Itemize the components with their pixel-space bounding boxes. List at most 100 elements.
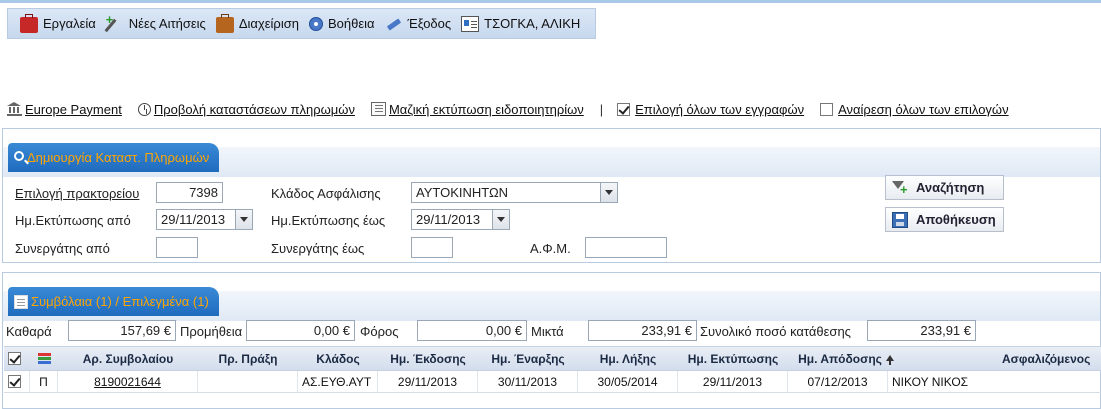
gross-amount-field: 233,91 € bbox=[588, 320, 697, 341]
print-from-date-value: 29/11/2013 bbox=[161, 212, 226, 227]
unchecked-checkbox-icon bbox=[820, 102, 834, 116]
sort-ascending-icon bbox=[885, 354, 894, 365]
menu-user-label: ΤΣΟΓΚΑ, ΑΛΙΚΗ bbox=[484, 16, 581, 31]
contracts-grid-header: Αρ. Συμβολαίου Πρ. Πράξη Κλάδος Ημ. Έκδο… bbox=[4, 346, 1101, 371]
select-all-label[interactable]: Επιλογή όλων των εγγραφών bbox=[635, 102, 804, 117]
print-from-date-field[interactable]: 29/11/2013 bbox=[156, 209, 253, 230]
net-label: Καθαρά bbox=[6, 324, 52, 339]
toolbox-icon bbox=[20, 13, 38, 33]
exit-icon bbox=[385, 16, 403, 32]
col-start-date[interactable]: Ημ. Έναρξης bbox=[478, 347, 578, 370]
commission-label: Προμήθεια bbox=[180, 324, 243, 339]
action-toolbar: Europe Payment Προβολή καταστάσεων πληρω… bbox=[7, 100, 1025, 118]
search-panel: Δημιουργία Καταστ. Πληρωμών Επιλογή πρακ… bbox=[2, 128, 1101, 263]
col-payment-date-label: Ημ. Απόδοσης bbox=[798, 351, 882, 366]
history-icon bbox=[137, 102, 151, 116]
afm-label: Α.Φ.Μ. bbox=[530, 241, 571, 256]
user-card-icon bbox=[461, 15, 480, 32]
agency-label[interactable]: Επιλογή πρακτορείου bbox=[15, 186, 139, 201]
tax-amount-field: 0,00 € bbox=[417, 320, 527, 341]
col-issue-date[interactable]: Ημ. Έκδοσης bbox=[378, 347, 478, 370]
header-checkbox[interactable] bbox=[8, 352, 21, 365]
briefcase-icon bbox=[215, 13, 234, 33]
branch-select-value: ΑΥΤΟΚΙΝΗΤΩΝ bbox=[416, 185, 509, 200]
table-row[interactable]: Π 8190021644 ΑΣ.ΕΥΘ.ΑΥΤ 29/11/2013 30/11… bbox=[4, 371, 1101, 393]
net-amount-field: 157,69 € bbox=[68, 320, 176, 341]
checked-checkbox-icon bbox=[617, 102, 631, 116]
save-button[interactable]: Αποθήκευση bbox=[885, 207, 1004, 232]
menu-tools[interactable]: Εργαλεία bbox=[18, 9, 104, 38]
toolbar-separator: | bbox=[599, 101, 604, 117]
magnifier-icon bbox=[14, 151, 24, 161]
gross-label: Μικτά bbox=[531, 324, 564, 339]
menu-user[interactable]: ΤΣΟΓΚΑ, ΑΛΙΚΗ bbox=[459, 9, 588, 38]
menu-management-label: Διαχείριση bbox=[238, 16, 299, 31]
agency-field[interactable]: 7398 bbox=[156, 182, 223, 203]
search-button-label: Αναζήτηση bbox=[916, 180, 985, 195]
row-issue-date-cell: 29/11/2013 bbox=[378, 371, 478, 392]
print-to-date-value: 29/11/2013 bbox=[416, 212, 481, 227]
row-policy-no-cell[interactable]: 8190021644 bbox=[58, 371, 198, 392]
print-from-label: Ημ.Εκτύπωσης από bbox=[15, 213, 131, 228]
deselect-all-label[interactable]: Αναίρεση όλων των επιλογών bbox=[838, 102, 1009, 117]
row-start-date-cell: 30/11/2013 bbox=[478, 371, 578, 392]
save-button-label: Αποθήκευση bbox=[916, 212, 996, 227]
contracts-panel-tab: Συμβόλαια (1) / Επιλεγμένα (1) bbox=[8, 287, 219, 316]
branch-select[interactable]: ΑΥΤΟΚΙΝΗΤΩΝ bbox=[411, 182, 618, 203]
deselect-all-link[interactable]: Αναίρεση όλων των επιλογών bbox=[820, 102, 1009, 117]
mass-print-label[interactable]: Μαζική εκτύπωση ειδοποιητηρίων bbox=[389, 102, 584, 117]
view-statements-label[interactable]: Προβολή καταστάσεων πληρωμών bbox=[154, 102, 355, 117]
row-type-cell: Π bbox=[30, 371, 58, 392]
col-payment-date[interactable]: Ημ. Απόδοσης bbox=[788, 347, 904, 370]
col-print-date[interactable]: Ημ. Εκτύπωσης bbox=[678, 347, 788, 370]
col-policy-no[interactable]: Αρ. Συμβολαίου bbox=[58, 347, 198, 370]
print-to-label: Ημ.Εκτύπωσης έως bbox=[271, 213, 386, 228]
row-print-date-cell: 29/11/2013 bbox=[678, 371, 788, 392]
document-icon bbox=[14, 294, 28, 309]
contracts-panel-title: Συμβόλαια (1) / Επιλεγμένα (1) bbox=[31, 294, 209, 309]
search-button[interactable]: Αναζήτηση bbox=[885, 175, 1004, 200]
branch-label: Κλάδος Ασφάλισης bbox=[271, 186, 381, 201]
col-prev-act[interactable]: Πρ. Πράξη bbox=[198, 347, 298, 370]
row-payment-date-cell: 07/12/2013 bbox=[788, 371, 888, 392]
afm-field[interactable] bbox=[585, 237, 667, 258]
menu-tools-label: Εργαλεία bbox=[43, 16, 96, 31]
mass-print-link[interactable]: Μαζική εκτύπωση ειδοποιητηρίων bbox=[370, 102, 584, 117]
row-select-cell[interactable] bbox=[4, 371, 30, 392]
policy-number-link[interactable]: 8190021644 bbox=[94, 375, 161, 389]
select-all-link[interactable]: Επιλογή όλων των εγγραφών bbox=[617, 102, 804, 117]
row-insured-cell: ΝΙΚΟΥ ΝΙΚΟΣ bbox=[892, 374, 969, 389]
chevron-down-icon[interactable] bbox=[235, 210, 252, 229]
col-end-date[interactable]: Ημ. Λήξης bbox=[578, 347, 678, 370]
chevron-down-icon[interactable] bbox=[600, 183, 617, 202]
row-prev-act-cell bbox=[198, 371, 298, 392]
menu-new-applications[interactable]: Νέες Αιτήσεις bbox=[104, 9, 214, 38]
row-end-date-cell: 30/05/2014 bbox=[578, 371, 678, 392]
partner-to-label: Συνεργάτης έως bbox=[271, 241, 365, 256]
commission-amount-field: 0,00 € bbox=[246, 320, 355, 341]
print-documents-icon bbox=[370, 102, 386, 116]
menu-management[interactable]: Διαχείριση bbox=[214, 9, 307, 38]
menu-exit[interactable]: Έξοδος bbox=[383, 9, 460, 38]
col-insured[interactable]: Ασφαλιζόμενος bbox=[1002, 347, 1101, 370]
chevron-down-icon[interactable] bbox=[492, 210, 509, 229]
europe-payment-label[interactable]: Europe Payment bbox=[25, 102, 122, 117]
search-panel-title: Δημιουργία Καταστ. Πληρωμών bbox=[27, 150, 210, 165]
select-all-column[interactable] bbox=[4, 347, 30, 370]
search-panel-tab: Δημιουργία Καταστ. Πληρωμών bbox=[8, 143, 220, 172]
view-statements-link[interactable]: Προβολή καταστάσεων πληρωμών bbox=[137, 102, 355, 117]
partner-to-field[interactable] bbox=[411, 237, 453, 258]
tax-label: Φόρος bbox=[360, 324, 399, 339]
total-deposit-field: 233,91 € bbox=[867, 320, 976, 341]
menu-help[interactable]: Βοήθεια bbox=[307, 9, 383, 38]
status-column bbox=[30, 347, 58, 370]
row-checkbox[interactable] bbox=[7, 375, 21, 388]
print-to-date-field[interactable]: 29/11/2013 bbox=[411, 209, 510, 230]
europe-payment-link[interactable]: Europe Payment bbox=[7, 102, 122, 117]
col-branch[interactable]: Κλάδος bbox=[298, 347, 378, 370]
main-menu-bar: Εργαλεία Νέες Αιτήσεις Διαχείριση Βοήθει… bbox=[7, 8, 596, 39]
total-deposit-label: Συνολικό ποσό κατάθεσης bbox=[700, 324, 851, 339]
floppy-disk-icon bbox=[892, 211, 908, 228]
partner-from-field[interactable] bbox=[156, 237, 198, 258]
wand-icon bbox=[106, 12, 124, 32]
